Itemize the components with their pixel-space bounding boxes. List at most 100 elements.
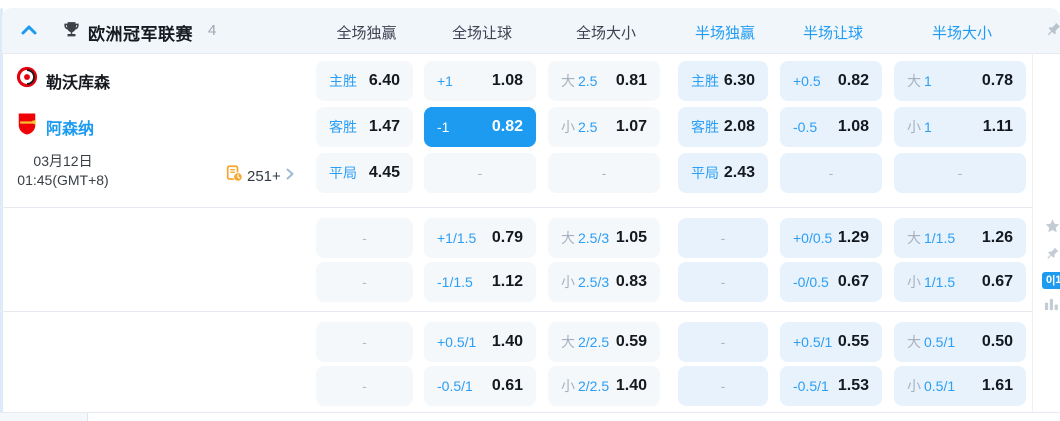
ou-direction-label: 小: [907, 378, 921, 394]
odds-value: 1.26: [981, 229, 1013, 246]
odds-label: -0/0.5: [793, 274, 829, 290]
odds-label: 平局: [691, 165, 719, 181]
ft-handicap-cell[interactable]: -1/1.5 1.12: [424, 262, 536, 302]
odds-label: -0.5/1: [793, 378, 829, 394]
bar-chart-icon[interactable]: [1044, 296, 1059, 316]
ou-direction-label: 大: [561, 334, 575, 350]
ht-handicap-cell-empty: -: [780, 153, 882, 193]
ht-1x2-cell-empty: -: [678, 218, 768, 258]
odds-label: +0.5/1: [793, 334, 833, 350]
ft-handicap-cell[interactable]: +1/1.5 0.79: [424, 218, 536, 258]
odds-value: 0.79: [491, 229, 523, 246]
ht-1x2-cell[interactable]: 客胜 2.08: [678, 107, 768, 147]
odds-label: -1: [437, 119, 450, 135]
odds-label: +0.5/1: [437, 334, 477, 350]
ht-handicap-cell[interactable]: -0.5 1.08: [780, 107, 882, 147]
ht-ou-cell[interactable]: 大 1 0.78: [894, 61, 1026, 101]
odds-value: 0.78: [981, 72, 1013, 89]
ft-1x2-cell[interactable]: 主胜 6.40: [316, 61, 413, 101]
left-accent-strip: [0, 8, 3, 421]
ft-1x2-cell[interactable]: 平局 4.45: [316, 153, 413, 193]
odds-value: 6.30: [723, 72, 755, 89]
league-title[interactable]: 欧洲冠军联赛: [88, 20, 193, 45]
odds-value: 1.07: [615, 118, 647, 135]
odds-label: 平局: [329, 165, 357, 181]
ou-direction-label: 大: [561, 73, 575, 89]
empty-dash: -: [720, 334, 726, 350]
odds-value: 0.67: [981, 273, 1013, 290]
ft-handicap-cell[interactable]: +0.5/1 1.40: [424, 322, 536, 362]
ht-ou-cell-empty: -: [894, 153, 1026, 193]
odds-value: 6.40: [368, 72, 400, 89]
ft-ou-cell[interactable]: 小 2.5/3 0.83: [548, 262, 660, 302]
empty-dash: -: [957, 165, 963, 181]
away-team-name[interactable]: 阿森纳: [46, 115, 94, 139]
ft-ou-cell-empty: -: [548, 153, 660, 193]
odds-label: 客胜: [329, 119, 357, 135]
ou-direction-label: 大: [561, 230, 575, 246]
home-team-logo: [16, 66, 38, 88]
ht-1x2-cell-empty: -: [678, 262, 768, 302]
ht-1x2-cell[interactable]: 平局 2.43: [678, 153, 768, 193]
odds-value: 0.83: [615, 273, 647, 290]
odds-label: +1: [437, 73, 453, 89]
empty-dash: -: [720, 274, 726, 290]
section-divider: [0, 311, 1032, 312]
ft-ou-cell[interactable]: 小 2.5 1.07: [548, 107, 660, 147]
odds-value: 1.08: [837, 118, 869, 135]
ht-handicap-cell[interactable]: -0.5/1 1.53: [780, 366, 882, 406]
ht-handicap-cell[interactable]: +0/0.5 1.29: [780, 218, 882, 258]
ou-direction-label: 小: [561, 274, 575, 290]
ou-line-label: 1/1.5: [924, 230, 956, 246]
ft-handicap-cell[interactable]: -0.5/1 0.61: [424, 366, 536, 406]
ft-ou-cell[interactable]: 大 2.5/3 1.05: [548, 218, 660, 258]
empty-dash: -: [362, 274, 367, 290]
collapse-chevron-up-icon[interactable]: [20, 23, 38, 37]
ou-line-label: 2.5: [578, 119, 598, 135]
column-header-ft-1x2: 全场独赢: [336, 25, 397, 42]
ft-handicap-cell[interactable]: +1 1.08: [424, 61, 536, 101]
corner-score-badge[interactable]: 0|1: [1042, 272, 1060, 289]
ht-handicap-cell[interactable]: +0.5 0.82: [780, 61, 882, 101]
ou-line-label: 1: [924, 73, 932, 89]
ft-1x2-cell[interactable]: 客胜 1.47: [316, 107, 413, 147]
odds-label: 主胜: [691, 73, 719, 89]
odds-value: 2.43: [723, 164, 755, 181]
ou-line-label: 2/2.5: [578, 378, 610, 394]
ht-ou-cell[interactable]: 大 1/1.5 1.26: [894, 218, 1026, 258]
home-team-name[interactable]: 勒沃库森: [46, 69, 110, 93]
ht-handicap-cell[interactable]: -0/0.5 0.67: [780, 262, 882, 302]
ft-1x2-cell-empty: -: [316, 366, 413, 406]
ft-ou-cell[interactable]: 大 2/2.5 0.59: [548, 322, 660, 362]
ht-ou-cell[interactable]: 大 0.5/1 0.50: [894, 322, 1026, 362]
empty-dash: -: [362, 378, 367, 394]
odds-value: 1.29: [837, 229, 869, 246]
odds-value: 1.11: [982, 118, 1013, 135]
star-icon[interactable]: [1044, 218, 1060, 240]
ft-ou-cell[interactable]: 小 2/2.5 1.40: [548, 366, 660, 406]
bottom-divider: [0, 412, 1060, 413]
pin-icon[interactable]: [1045, 21, 1060, 43]
ft-handicap-cell-empty: -: [424, 153, 536, 193]
ht-1x2-cell[interactable]: 主胜 6.30: [678, 61, 768, 101]
empty-dash: -: [362, 230, 367, 246]
odds-value: 0.81: [615, 72, 647, 89]
column-header-ft-overunder: 全场大小: [575, 25, 636, 42]
ht-ou-cell[interactable]: 小 1 1.11: [894, 107, 1026, 147]
ou-direction-label: 大: [907, 230, 921, 246]
pin-icon[interactable]: [1045, 246, 1060, 266]
ht-ou-cell[interactable]: 小 0.5/1 1.61: [894, 366, 1026, 406]
odds-label: +0.5: [793, 73, 821, 89]
ht-ou-cell[interactable]: 小 1/1.5 0.67: [894, 262, 1026, 302]
ht-handicap-cell[interactable]: +0.5/1 0.55: [780, 322, 882, 362]
empty-dash: -: [720, 230, 726, 246]
odds-value: 1.40: [615, 377, 647, 394]
ft-handicap-cell-selected[interactable]: -1 0.82: [424, 107, 536, 147]
odds-value: 1.53: [837, 377, 869, 394]
ft-ou-cell[interactable]: 大 2.5 0.81: [548, 61, 660, 101]
odds-value: 1.47: [368, 118, 400, 135]
empty-dash: -: [720, 378, 726, 394]
more-odds-link[interactable]: 251+: [226, 165, 295, 187]
odds-value: 1.08: [491, 72, 523, 89]
odds-value: 1.61: [981, 377, 1013, 394]
